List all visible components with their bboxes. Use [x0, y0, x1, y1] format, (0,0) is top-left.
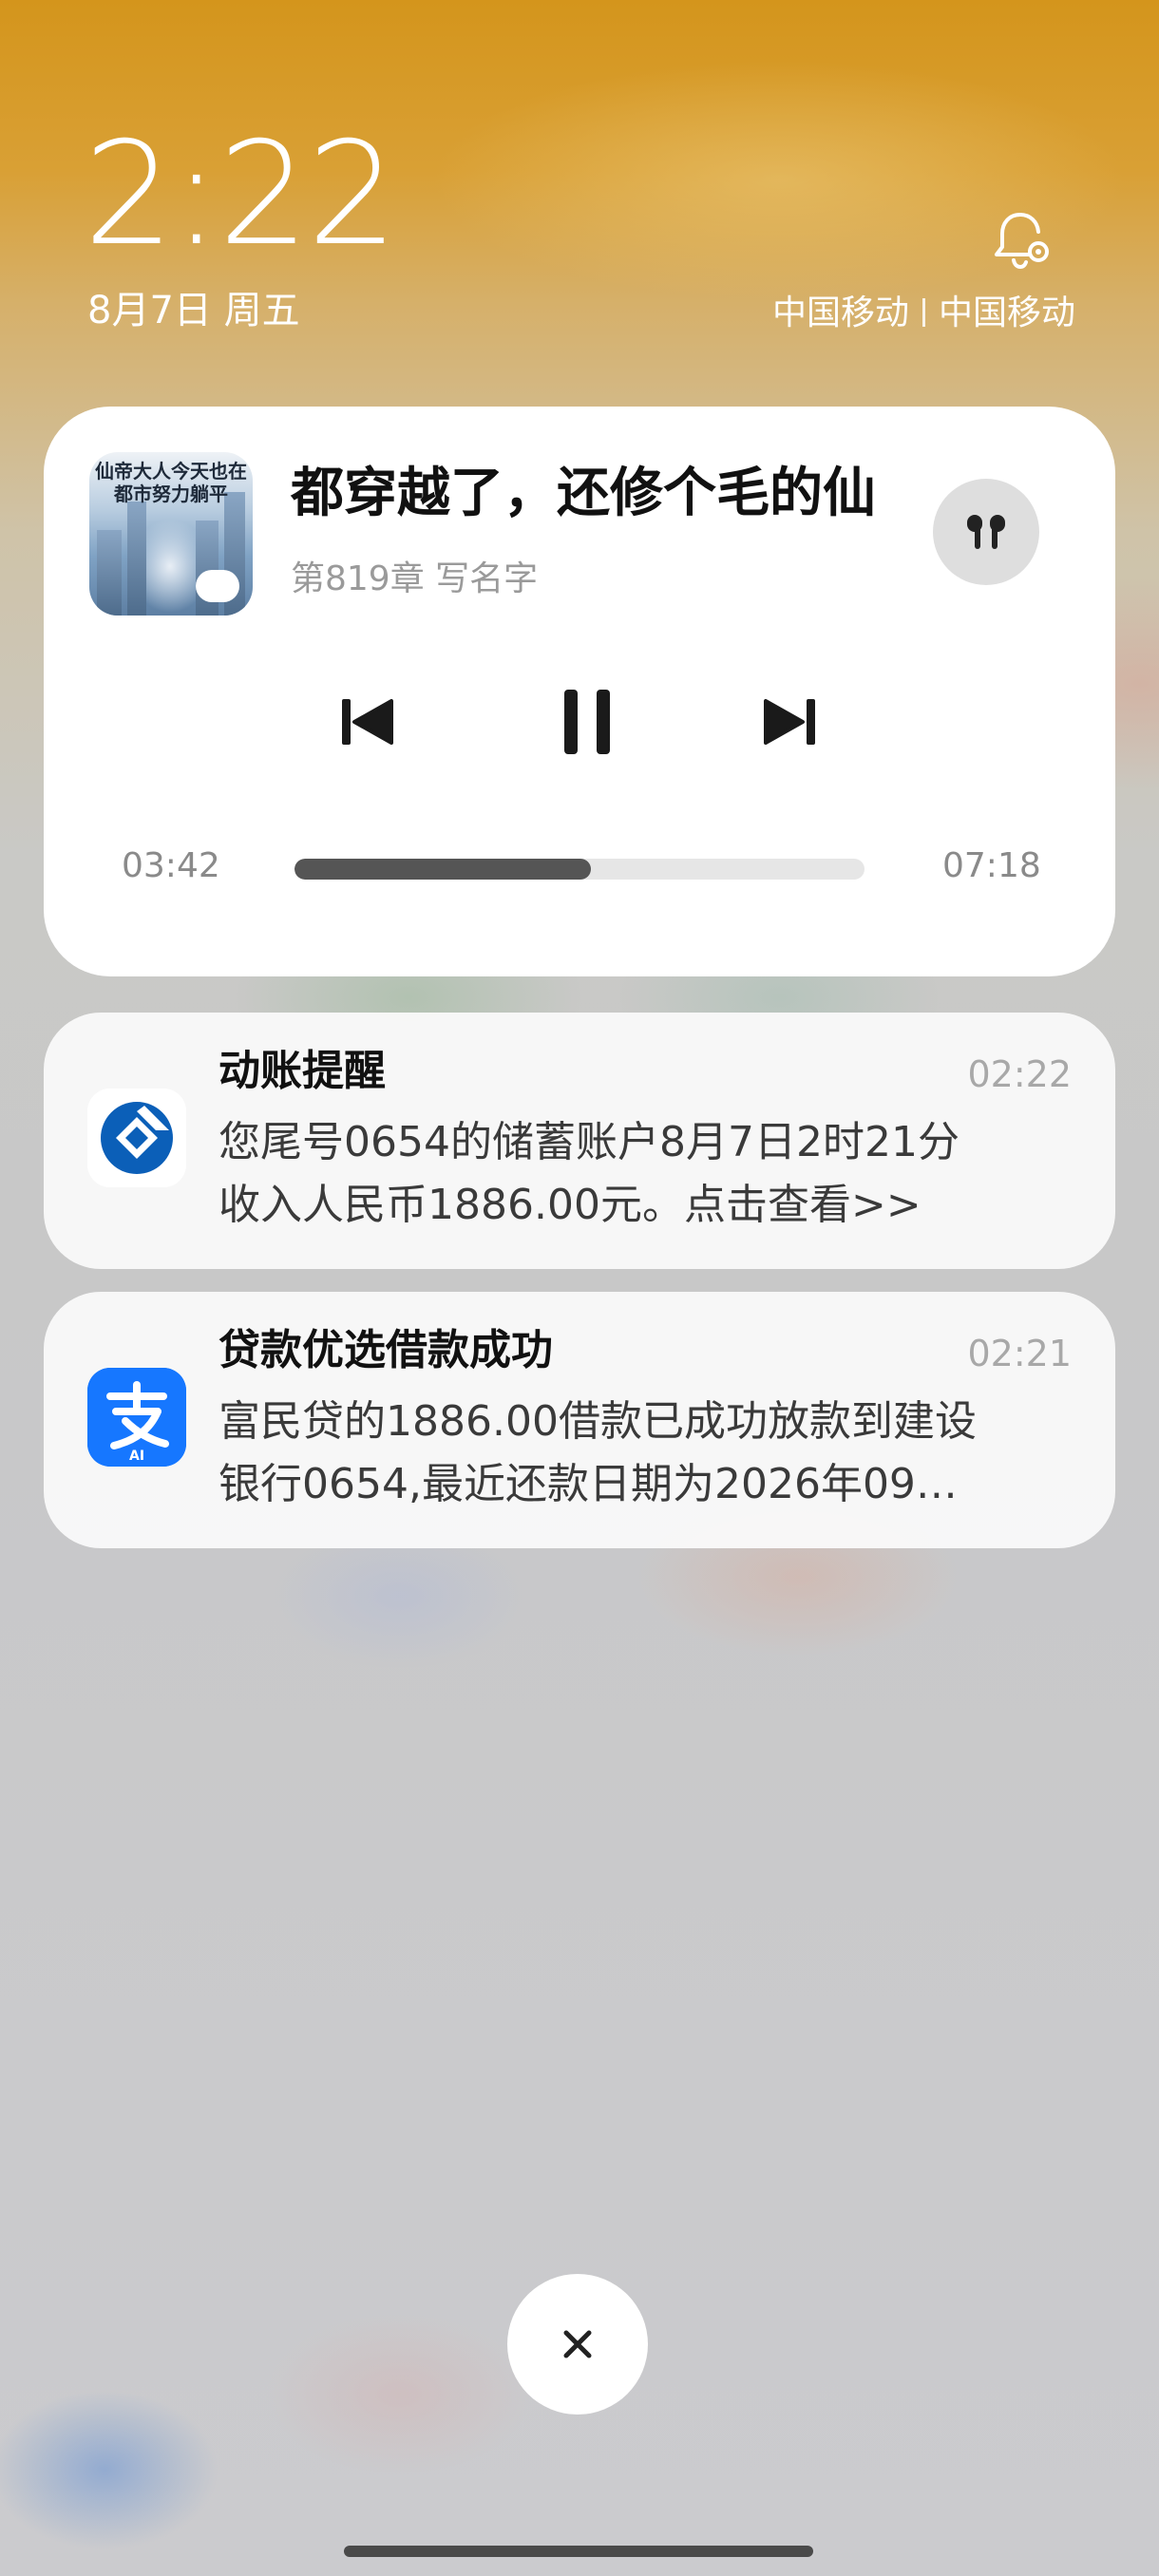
- notification-body-line: 银行0654,最近还款日期为2026年09…: [218, 1460, 958, 1508]
- notification-time: 02:22: [967, 1053, 1072, 1095]
- playback-progress-bar[interactable]: [294, 859, 864, 880]
- next-track-button[interactable]: [752, 684, 828, 760]
- cover-building: [127, 502, 146, 616]
- carrier-1: 中国移动: [771, 294, 909, 332]
- album-cover-image[interactable]: 仙帝大人今天也在都市努力躺平: [89, 452, 253, 616]
- total-time: 07:18: [942, 846, 1041, 885]
- notification-body: 富民贷的1886.00借款已成功放款到建设 银行0654,最近还款日期为2026…: [218, 1391, 1074, 1516]
- track-subtitle: 第819章 写名字: [291, 559, 539, 598]
- carrier-separator: [922, 298, 925, 327]
- cover-title-text: 仙帝大人今天也在都市努力躺平: [95, 460, 247, 505]
- notification-time: 02:21: [967, 1333, 1072, 1374]
- alipay-ai-badge: AI: [129, 1449, 145, 1464]
- carrier-2: 中国移动: [938, 294, 1075, 332]
- lockscreen-clock: 2:22: [84, 112, 398, 277]
- audio-output-button[interactable]: [933, 479, 1039, 585]
- notification-body: 您尾号0654的储蓄账户8月7日2时21分 收入人民币1886.00元。点击查看…: [218, 1111, 1074, 1237]
- notification-card-bank[interactable]: 动账提醒 02:22 您尾号0654的储蓄账户8月7日2时21分 收入人民币18…: [44, 1013, 1115, 1269]
- notification-title: 动账提醒: [218, 1047, 386, 1095]
- notification-card-loan[interactable]: AI 贷款优选借款成功 02:21 富民贷的1886.00借款已成功放款到建设 …: [44, 1292, 1115, 1548]
- alipay-icon: AI: [87, 1368, 186, 1467]
- skip-next-icon: [752, 684, 828, 760]
- pause-button[interactable]: [542, 676, 633, 767]
- elapsed-time: 03:42: [122, 846, 220, 885]
- cover-badge: [196, 570, 239, 602]
- notification-body-line: 收入人民币1886.00元。点击查看>>: [218, 1181, 922, 1229]
- previous-track-button[interactable]: [329, 684, 405, 760]
- track-title: 都穿越了，还修个毛的仙: [291, 463, 876, 524]
- notification-settings-bell-icon[interactable]: [986, 207, 1054, 275]
- lockscreen-date: 8月7日 周五: [87, 289, 300, 332]
- carrier-info: 中国移动 中国移动: [772, 296, 1075, 331]
- clear-notifications-button[interactable]: [507, 2274, 648, 2415]
- playback-progress-fill: [294, 859, 591, 880]
- skip-previous-icon: [329, 684, 405, 760]
- ccb-bank-icon: [87, 1089, 186, 1187]
- notification-body-line: 富民贷的1886.00借款已成功放款到建设: [218, 1397, 977, 1446]
- home-indicator[interactable]: [344, 2546, 813, 2557]
- notification-title: 贷款优选借款成功: [218, 1326, 553, 1374]
- cover-building: [97, 530, 122, 616]
- pause-icon: [542, 676, 633, 767]
- notification-body-line: 您尾号0654的储蓄账户8月7日2时21分: [218, 1118, 960, 1166]
- media-player-card[interactable]: 仙帝大人今天也在都市努力躺平 都穿越了，还修个毛的仙 第819章 写名字 03:…: [44, 407, 1115, 976]
